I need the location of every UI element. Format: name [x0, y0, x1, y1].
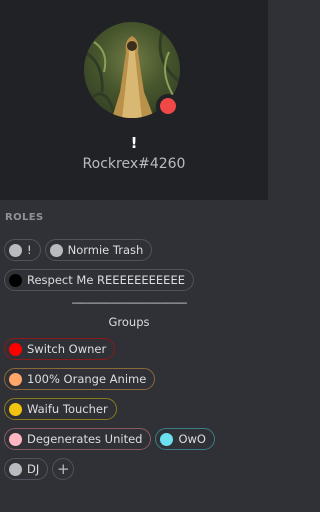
role-color-dot	[9, 432, 22, 446]
role-label: Degenerates United	[27, 432, 143, 446]
role-color-dot	[9, 243, 22, 257]
roles-list: ! Normie Trash Respect Me REEEEEEEEEEE -…	[4, 238, 266, 487]
role-label: Waifu Toucher	[27, 402, 108, 416]
role-color-dot	[9, 273, 22, 287]
avatar[interactable]	[84, 22, 180, 118]
profile-header: ! Rockrex#4260	[0, 0, 268, 200]
role-label: DJ	[27, 462, 40, 476]
role-pill[interactable]: Switch Owner	[4, 338, 116, 360]
role-label: Normie Trash	[67, 243, 144, 257]
role-divider: ----------------------------------------…	[71, 298, 188, 309]
role-color-dot	[49, 243, 63, 257]
role-pill[interactable]: Normie Trash	[44, 239, 153, 261]
user-tag: Rockrex#4260	[82, 156, 186, 172]
role-pill[interactable]: DJ	[4, 458, 49, 480]
status-dnd-indicator	[156, 94, 180, 118]
roles-section-title: ROLES	[5, 212, 44, 223]
role-pill[interactable]: OwO	[155, 428, 215, 450]
role-pill[interactable]: Respect Me REEEEEEEEEEE	[4, 269, 194, 291]
role-label: Respect Me REEEEEEEEEEE	[27, 273, 185, 287]
role-label: OwO	[178, 432, 206, 446]
role-label: 100% Orange Anime	[27, 372, 147, 386]
role-pill[interactable]: Degenerates United	[4, 428, 152, 450]
role-label: !	[27, 243, 32, 257]
role-color-dot	[9, 372, 22, 386]
role-pill[interactable]: 100% Orange Anime	[4, 368, 156, 390]
role-pill[interactable]: Waifu Toucher	[4, 398, 117, 420]
role-pill[interactable]: !	[4, 239, 41, 261]
role-label: Switch Owner	[27, 342, 107, 356]
role-color-dot	[9, 342, 22, 356]
add-role-button[interactable]: +	[52, 458, 75, 480]
role-color-dot	[9, 402, 22, 416]
username: !	[130, 134, 138, 152]
role-color-dot	[160, 432, 174, 446]
role-color-dot	[9, 462, 22, 476]
groups-heading: Groups	[108, 315, 150, 329]
